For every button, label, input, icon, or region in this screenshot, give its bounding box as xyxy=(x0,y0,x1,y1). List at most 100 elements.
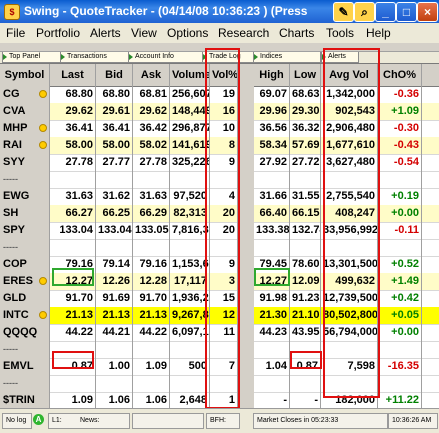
cell-bid: 58.00 xyxy=(96,137,133,154)
menu-file[interactable]: File xyxy=(6,26,25,40)
connection-indicator-icon: A xyxy=(33,414,44,425)
column-gap xyxy=(238,171,254,188)
cell-symbol: ----- xyxy=(0,375,50,392)
empty-cell xyxy=(290,171,321,188)
empty-cell xyxy=(50,171,96,188)
cell-high: - xyxy=(254,392,290,409)
menu-help[interactable]: Help xyxy=(366,26,391,40)
cell-low: 31.55 xyxy=(290,188,321,205)
empty-cell xyxy=(170,375,210,392)
menu-alerts[interactable]: Alerts xyxy=(90,26,121,40)
cell-cho: +1.49 xyxy=(378,273,422,290)
alert-flag-icon xyxy=(39,277,47,285)
quote-grid[interactable]: Symbol Last Bid Ask Volume Vol% High Low… xyxy=(0,48,439,410)
cell-low: 91.23 xyxy=(290,290,321,307)
minimize-button[interactable]: _ xyxy=(375,2,396,22)
col-high[interactable]: High xyxy=(254,64,290,86)
alert-flag-icon xyxy=(39,90,47,98)
cell-volume: 82,313 xyxy=(170,205,210,222)
col-symbol[interactable]: Symbol xyxy=(0,64,50,86)
cell-ask: 58.02 xyxy=(133,137,170,154)
close-button[interactable]: × xyxy=(417,2,438,22)
cell-symbol: EMVL xyxy=(0,358,50,375)
column-gap xyxy=(238,324,254,341)
maximize-button[interactable]: □ xyxy=(396,2,417,22)
menu-charts[interactable]: Charts xyxy=(279,26,314,40)
col-volume[interactable]: Volume xyxy=(170,64,210,86)
column-gap xyxy=(238,64,254,86)
cell-last: 66.27 xyxy=(50,205,96,222)
column-gap xyxy=(238,137,254,154)
cell-low: 57.69 xyxy=(290,137,321,154)
column-gap xyxy=(238,103,254,120)
cell-bid: 36.41 xyxy=(96,120,133,137)
tab-transactions[interactable]: Transactions xyxy=(60,52,130,63)
column-gap xyxy=(238,154,254,171)
empty-cell xyxy=(133,341,170,358)
tab-arrow-icon xyxy=(129,54,133,60)
cell-high: 36.56 xyxy=(254,120,290,137)
menu-research[interactable]: Research xyxy=(218,26,269,40)
empty-cell xyxy=(50,239,96,256)
cell-ask: 21.13 xyxy=(133,307,170,324)
cell-symbol: SYY xyxy=(0,154,50,171)
empty-cell xyxy=(170,171,210,188)
alert-flag-icon xyxy=(39,124,47,132)
tab-top-panel[interactable]: Top Panel xyxy=(2,52,62,63)
menu-view[interactable]: View xyxy=(131,26,157,40)
cell-high: 27.92 xyxy=(254,154,290,171)
cell-bid: 21.13 xyxy=(96,307,133,324)
cell-high: 31.66 xyxy=(254,188,290,205)
cell-volume: 97,520 xyxy=(170,188,210,205)
col-low[interactable]: Low xyxy=(290,64,321,86)
cell-last: 91.70 xyxy=(50,290,96,307)
cell-volume: 7,816,356 xyxy=(170,222,210,239)
cell-low: 21.10 xyxy=(290,307,321,324)
cell-cho: -0.54 xyxy=(378,154,422,171)
alert-flag-icon xyxy=(39,311,47,319)
column-gap xyxy=(238,341,254,358)
empty-cell xyxy=(96,341,133,358)
cell-cho: -0.11 xyxy=(378,222,422,239)
empty-cell xyxy=(254,375,290,392)
alert-flag-icon xyxy=(39,141,47,149)
cell-volume: 1,936,240 xyxy=(170,290,210,307)
col-ask[interactable]: Ask xyxy=(133,64,170,86)
col-chopct[interactable]: ChO% xyxy=(378,64,422,86)
tab-arrow-icon xyxy=(254,54,258,60)
empty-cell xyxy=(254,341,290,358)
tab-arrow-icon xyxy=(3,54,7,60)
menu-portfolio[interactable]: Portfolio xyxy=(36,26,80,40)
cell-ask: 79.16 xyxy=(133,256,170,273)
empty-cell xyxy=(96,239,133,256)
cell-high: 44.23 xyxy=(254,324,290,341)
cell-bid: 29.61 xyxy=(96,103,133,120)
search-icon[interactable]: ⌕ xyxy=(354,2,375,22)
feed-status: L1: News: xyxy=(48,413,130,429)
cell-volume: 296,877 xyxy=(170,120,210,137)
cell-volume: 141,619 xyxy=(170,137,210,154)
column-gap xyxy=(238,222,254,239)
cell-high: 58.34 xyxy=(254,137,290,154)
pin-icon[interactable]: ✎ xyxy=(333,2,354,22)
col-bid[interactable]: Bid xyxy=(96,64,133,86)
col-last[interactable]: Last xyxy=(50,64,96,86)
cell-cho: +11.22 xyxy=(378,392,422,409)
menu-options[interactable]: Options xyxy=(167,26,208,40)
cell-low: 68.63 xyxy=(290,86,321,103)
menu-tools[interactable]: Tools xyxy=(326,26,354,40)
cell-ask: 29.62 xyxy=(133,103,170,120)
cell-last: 31.63 xyxy=(50,188,96,205)
empty-cell xyxy=(96,375,133,392)
cell-symbol: EWG xyxy=(0,188,50,205)
cell-high: 29.96 xyxy=(254,103,290,120)
cell-symbol: SH xyxy=(0,205,50,222)
annotation-avgvol-box xyxy=(323,48,380,398)
cell-symbol: ----- xyxy=(0,341,50,358)
tab-indices[interactable]: Indices xyxy=(253,52,321,63)
empty-cell xyxy=(378,171,422,188)
log-status: No log xyxy=(2,413,32,429)
tab-account-info[interactable]: Account Info xyxy=(128,52,204,63)
empty-cell xyxy=(170,341,210,358)
menu-bar: File Portfolio Alerts View Options Resea… xyxy=(0,23,439,43)
